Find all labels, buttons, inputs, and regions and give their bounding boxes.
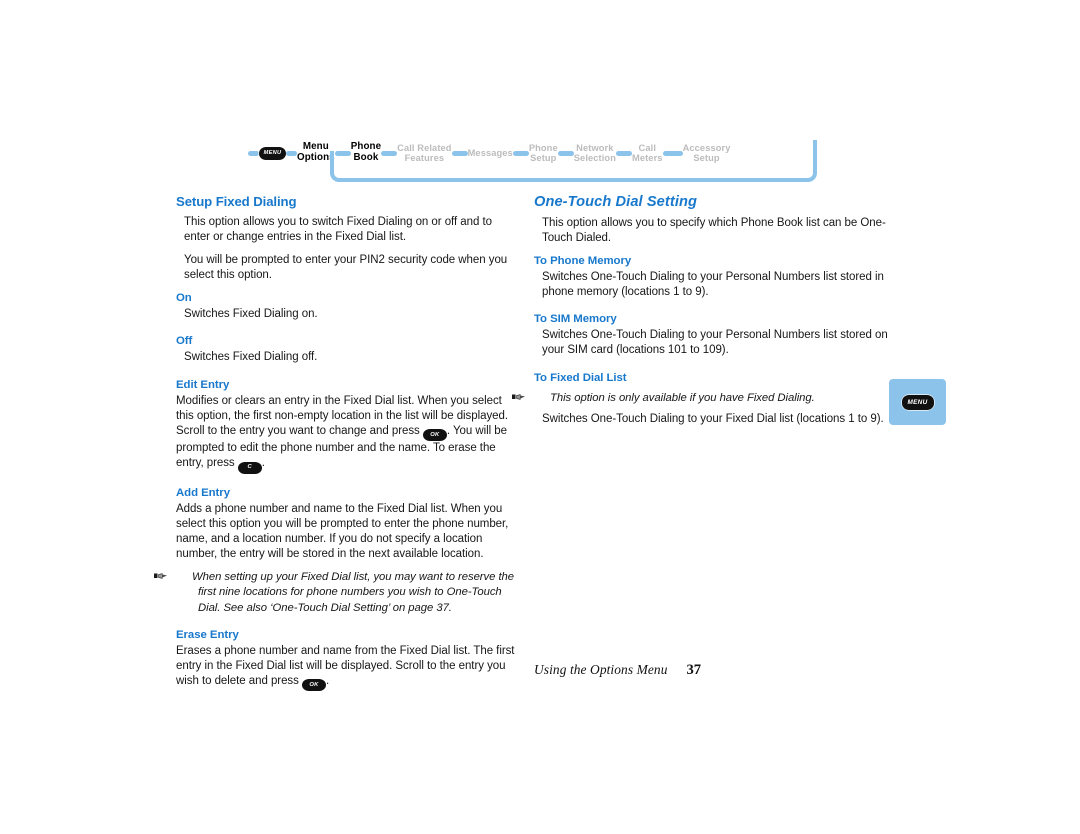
subsection-title-edit-entry: Edit Entry (176, 378, 230, 391)
erase-entry-text-part-2: . (325, 674, 330, 687)
note-to-fixed-dial-list: This option is only available if you hav… (512, 391, 889, 406)
breadcrumb-connector (286, 150, 297, 156)
pointing-hand-icon (154, 571, 190, 581)
ok-key-icon: OK (301, 679, 326, 692)
subsection-body-edit-entry: Modifies or clears an entry in the Fixed… (176, 394, 521, 474)
setup-fixed-dialing-intro-1: This option allows you to switch Fixed D… (184, 216, 492, 244)
subsection-title-erase-entry: Erase Entry (176, 628, 239, 641)
side-tab-menu[interactable]: MENU (889, 379, 946, 425)
setup-fixed-dialing-intro-2: You will be prompted to enter your PIN2 … (184, 254, 508, 282)
subsection-body-to-phone-memory: Switches One-Touch Dialing to your Perso… (542, 271, 884, 299)
one-touch-dial-intro: This option allows you to specify which … (542, 217, 886, 245)
subsection-body-on: Switches Fixed Dialing on. (184, 308, 318, 321)
breadcrumb-bracket-riser (813, 140, 817, 152)
subsection-body-erase-entry: Erases a phone number and name from the … (176, 644, 521, 692)
clear-key-icon: C (237, 461, 262, 474)
subsection-title-to-fixed-dial-list: To Fixed Dial List (534, 371, 627, 384)
menu-key-icon: MENU (901, 394, 934, 410)
pointing-hand-icon (512, 392, 548, 402)
subsection-title-off: Off (176, 335, 193, 348)
subsection-title-to-phone-memory: To Phone Memory (534, 255, 632, 268)
section-title-one-touch-dial-setting: One-Touch Dial Setting (534, 194, 698, 210)
subsection-title-add-entry: Add Entry (176, 486, 230, 499)
breadcrumb-bracket (330, 140, 817, 182)
ok-key-icon: OK (422, 429, 447, 442)
right-column: One-Touch Dial Setting This option allow… (512, 194, 889, 435)
subsection-title-on: On (176, 292, 192, 305)
footer-page-number: 37 (686, 662, 702, 678)
erase-entry-text-part-1: Erases a phone number and name from the … (176, 644, 515, 687)
document-page: MENU Menu Options Phone Book Call Relate… (0, 0, 1080, 834)
breadcrumb-connector (248, 150, 259, 156)
breadcrumb: MENU Menu Options Phone Book Call Relate… (248, 140, 823, 182)
section-title-setup-fixed-dialing: Setup Fixed Dialing (176, 194, 297, 209)
note-to-fixed-dial-list-text: This option is only available if you hav… (550, 391, 815, 404)
subsection-body-off: Switches Fixed Dialing off. (184, 351, 318, 364)
left-column: Setup Fixed Dialing This option allows y… (154, 194, 521, 699)
note-add-entry-text: When setting up your Fixed Dial list, yo… (192, 571, 514, 614)
note-add-entry: When setting up your Fixed Dial list, yo… (154, 570, 521, 615)
subsection-title-to-sim-memory: To SIM Memory (534, 313, 617, 326)
page-footer: Using the Options Menu 37 (534, 662, 894, 679)
footer-chapter-label: Using the Options Menu (534, 662, 668, 677)
subsection-body-add-entry: Adds a phone number and name to the Fixe… (176, 502, 509, 561)
edit-entry-text-part-3: . (261, 457, 265, 470)
subsection-body-to-sim-memory: Switches One-Touch Dialing to your Perso… (542, 329, 888, 357)
menu-key-icon: MENU (259, 146, 286, 160)
subsection-body-to-fixed-dial-list: Switches One-Touch Dialing to your Fixed… (542, 412, 884, 425)
